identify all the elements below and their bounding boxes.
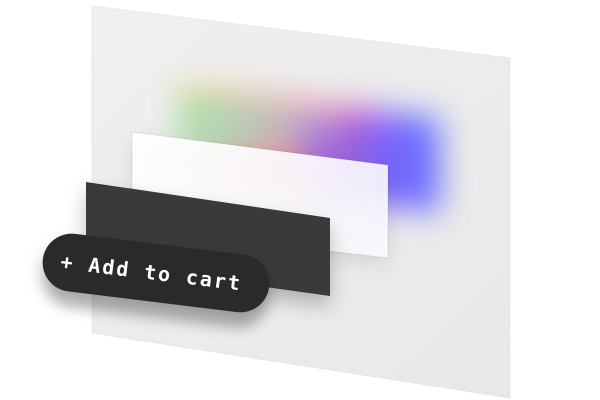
- scene-illustration: [44, 5, 511, 399]
- layered-ui-scene: + Add to cart: [0, 0, 600, 400]
- add-to-cart-label: + Add to cart: [59, 249, 244, 296]
